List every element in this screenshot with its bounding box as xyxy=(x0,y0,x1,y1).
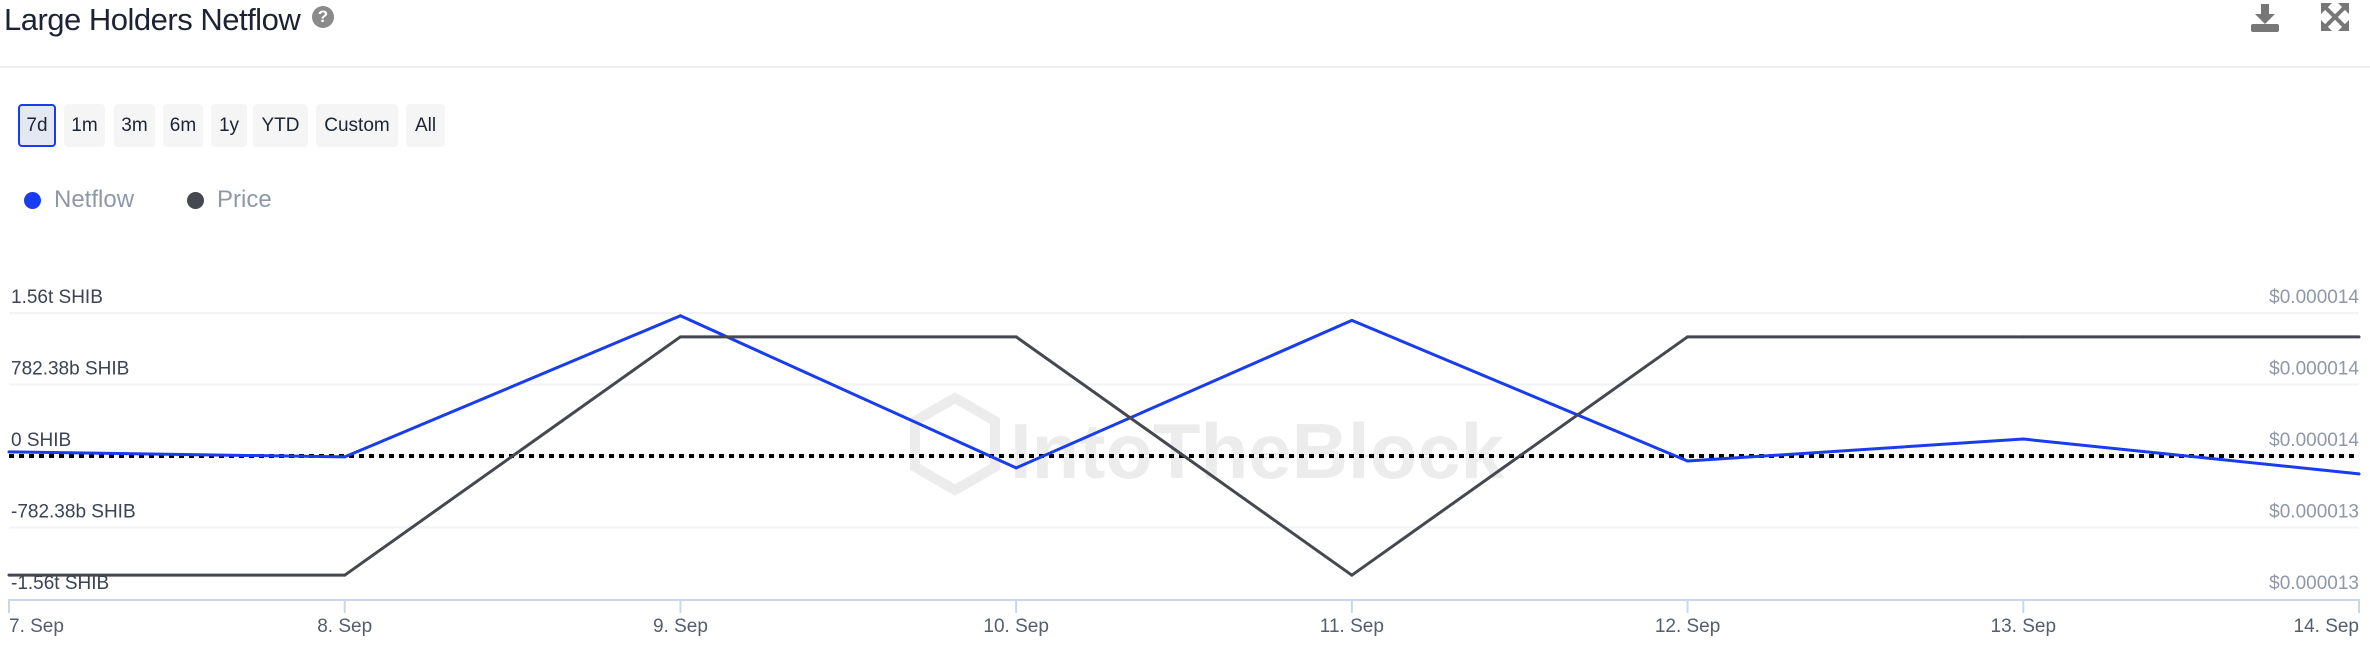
x-axis-tick-label: 14. Sep xyxy=(2294,616,2360,637)
data-point-netflow xyxy=(1350,318,1354,322)
data-point-price xyxy=(343,573,347,577)
x-axis-tick-label: 8. Sep xyxy=(317,616,372,637)
data-point-netflow xyxy=(7,450,11,454)
data-point-netflow xyxy=(1686,459,1690,463)
right-axis-tick-label: $0.000013 xyxy=(2269,502,2359,523)
left-axis-tick-label: 0 SHIB xyxy=(11,430,71,451)
right-axis-tick-label: $0.000014 xyxy=(2269,287,2359,308)
data-point-price xyxy=(2021,335,2025,339)
watermark-text: IntoTheBlock xyxy=(1010,407,1505,495)
data-point-price xyxy=(2357,335,2361,339)
x-axis-tick-label: 7. Sep xyxy=(9,616,64,637)
data-point-netflow xyxy=(1014,466,1018,470)
x-axis-tick-label: 13. Sep xyxy=(1991,616,2057,637)
left-axis-tick-label: 1.56t SHIB xyxy=(11,287,103,308)
data-point-netflow xyxy=(2021,437,2025,441)
data-point-netflow xyxy=(2357,472,2361,476)
data-point-netflow xyxy=(343,455,347,459)
data-point-price xyxy=(678,335,682,339)
x-axis-tick-label: 11. Sep xyxy=(1320,616,1384,637)
x-axis-tick-label: 12. Sep xyxy=(1655,616,1721,637)
x-axis-tick-label: 10. Sep xyxy=(983,616,1049,637)
left-axis-tick-label: -782.38b SHIB xyxy=(11,502,136,523)
watermark-logo-icon xyxy=(910,392,1000,496)
right-axis-tick-label: $0.000013 xyxy=(2269,573,2359,594)
right-axis-tick-label: $0.000014 xyxy=(2269,430,2359,451)
netflow-chart: IntoTheBlock 1.56t SHIB $0.000014 782.38b S… xyxy=(7,287,2361,637)
data-point-price xyxy=(7,573,11,577)
right-axis-tick-label: $0.000014 xyxy=(2269,359,2359,380)
x-axis-tick-label: 9. Sep xyxy=(653,616,708,637)
left-axis-tick-label: 782.38b SHIB xyxy=(11,359,129,380)
data-point-netflow xyxy=(678,314,682,318)
data-point-price xyxy=(1014,335,1018,339)
data-point-price xyxy=(1350,573,1354,577)
data-point-price xyxy=(1686,335,1690,339)
